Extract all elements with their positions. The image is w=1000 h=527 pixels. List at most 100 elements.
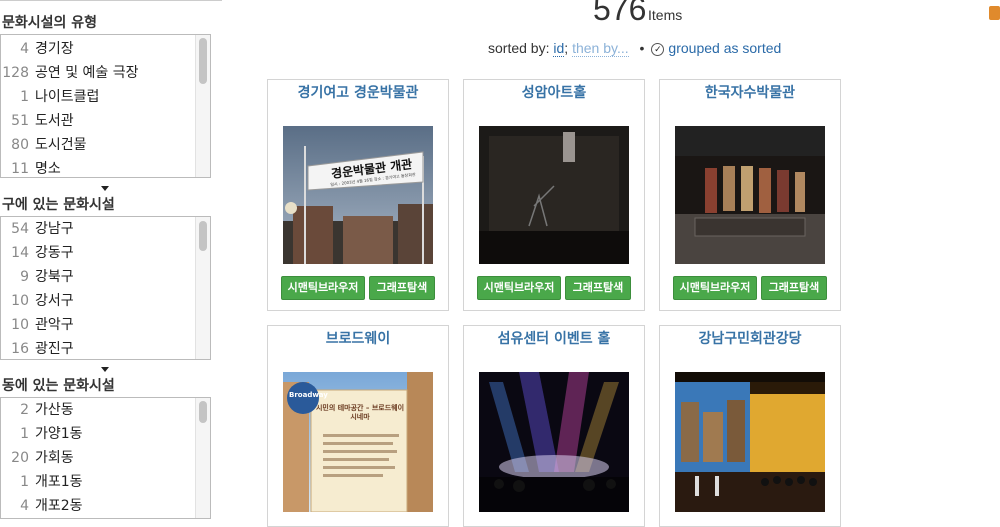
facet-count: 1 — [20, 89, 29, 105]
facet-scrollbar[interactable] — [195, 217, 210, 359]
item-title[interactable]: 한국자수박물관 — [660, 82, 840, 102]
facet-item[interactable]: 51 도서관 — [1, 109, 194, 133]
facet-item[interactable]: 80 도시건물 — [1, 133, 194, 157]
facet-label: 나이트클럽 — [35, 89, 100, 105]
scroll-thumb[interactable] — [199, 401, 207, 423]
facet-item[interactable]: 54 강남구 — [1, 217, 194, 241]
item-title[interactable]: 성암아트홀 — [464, 82, 644, 102]
semantic-browser-button[interactable]: 시맨틱브라우저 — [281, 276, 365, 300]
facet-item[interactable]: 11 명소 — [1, 157, 194, 177]
semantic-browser-button[interactable]: 시맨틱브라우저 — [477, 276, 561, 300]
facet-count: 20 — [11, 450, 29, 466]
facet-item[interactable]: 128 공연 및 예술 극장 — [1, 61, 194, 85]
facet-scrollbar[interactable] — [195, 35, 210, 177]
facet-count: 80 — [11, 137, 29, 153]
item-thumbnail[interactable] — [675, 372, 825, 512]
facet-label: 가양1동 — [35, 426, 83, 442]
facet-count: 2 — [20, 402, 29, 418]
hall-photo — [479, 126, 629, 264]
museum-photo — [283, 126, 433, 264]
facet-panel-divider — [0, 0, 222, 1]
facet-label: 명소 — [35, 161, 61, 177]
item-card[interactable]: 섬유센터 이벤트 홀 — [463, 325, 645, 527]
facet-panel: 문화시설의 유형 4 경기장 128 공연 및 예술 극장 1 나이트클럽 51 도서관… — [0, 0, 222, 519]
facet-item[interactable]: 2 가산동 — [1, 398, 194, 422]
poster-headline: 시민의 테마공간 – 브로드웨이 시네마 — [315, 404, 405, 421]
facet-label: 강서구 — [35, 293, 74, 309]
semantic-browser-button[interactable]: 시맨틱브라우저 — [673, 276, 757, 300]
facet-count: 4 — [20, 498, 29, 514]
facet-label: 가산동 — [35, 402, 74, 418]
collapse-arrow-icon[interactable] — [101, 186, 109, 191]
item-thumbnail[interactable] — [479, 126, 629, 264]
facet-count: 16 — [11, 341, 29, 357]
facet-scrollbar[interactable] — [195, 398, 210, 518]
separator: • — [639, 40, 645, 56]
facet-item[interactable]: 1 나이트클럽 — [1, 85, 194, 109]
facet-item[interactable]: 10 관악구 — [1, 313, 194, 337]
item-card[interactable]: 한국자수박물관 시맨틱브라우저 그래프탐색 — [659, 79, 841, 311]
item-thumbnail[interactable] — [675, 126, 825, 264]
facet-count: 1 — [20, 426, 29, 442]
facet-list-type[interactable]: 4 경기장 128 공연 및 예술 극장 1 나이트클럽 51 도서관 80 도시건물 1… — [0, 34, 211, 178]
facet-title-dong[interactable]: 동에 있는 문화시설 — [2, 375, 115, 395]
facet-list-gu[interactable]: 54 강남구 14 강동구 9 강북구 10 강서구 10 관악구 16 광진구 — [0, 216, 211, 360]
sort-field-link[interactable]: id — [553, 40, 565, 57]
item-thumbnail[interactable] — [479, 372, 629, 512]
graph-explore-button[interactable]: 그래프탐색 — [565, 276, 631, 300]
facet-count: 4 — [20, 41, 29, 57]
grouped-as-sorted-toggle[interactable]: grouped as sorted — [668, 40, 781, 56]
facet-title-type[interactable]: 문화시설의 유형 — [2, 12, 97, 32]
concert-photo — [479, 372, 629, 512]
facet-count: 14 — [11, 245, 29, 261]
scroll-thumb[interactable] — [199, 38, 207, 84]
facet-item[interactable]: 16 광진구 — [1, 337, 194, 359]
facet-title-gu[interactable]: 구에 있는 문화시설 — [2, 194, 115, 214]
item-thumbnail[interactable]: Broadway 시민의 테마공간 – 브로드웨이 시네마 — [283, 372, 433, 512]
item-card[interactable]: 성암아트홀 시맨틱브라우저 그래프탐색 — [463, 79, 645, 311]
item-title[interactable]: 강남구민회관강당 — [660, 328, 840, 348]
graph-explore-button[interactable]: 그래프탐색 — [369, 276, 435, 300]
facet-label: 광진구 — [35, 341, 74, 357]
facet-count: 10 — [11, 293, 29, 309]
facet-list-dong[interactable]: 2 가산동 1 가양1동 20 가회동 1 개포1동 4 개포2동 — [0, 397, 211, 519]
sort-bar: sorted by: id; then by... • ✓ grouped as s… — [488, 40, 782, 57]
facet-count: 51 — [11, 113, 29, 129]
facet-item[interactable]: 4 개포2동 — [1, 494, 194, 518]
then-by-link[interactable]: then by... — [572, 40, 629, 57]
item-card[interactable]: 강남구민회관강당 — [659, 325, 841, 527]
item-count-label: Items — [648, 7, 683, 23]
facet-label: 강북구 — [35, 269, 74, 285]
item-card[interactable]: 브로드웨이 Broadway 시민의 테마공간 – 브로드웨이 시네마 — [267, 325, 449, 527]
facet-label: 가회동 — [35, 450, 74, 466]
graph-explore-button[interactable]: 그래프탐색 — [761, 276, 827, 300]
facet-count: 11 — [11, 161, 29, 177]
facet-label: 관악구 — [35, 317, 74, 333]
facet-label: 개포2동 — [35, 498, 83, 514]
feed-icon[interactable] — [989, 6, 1000, 20]
scroll-thumb[interactable] — [199, 221, 207, 251]
check-icon[interactable]: ✓ — [651, 43, 665, 56]
facet-item[interactable]: 4 경기장 — [1, 37, 194, 61]
item-title[interactable]: 경기여고 경운박물관 — [268, 82, 448, 102]
item-card[interactable]: 경기여고 경운박물관 경운박물관 개관 일시 : 2003년 4월 16일 장소… — [267, 79, 449, 311]
facet-count: 128 — [2, 65, 29, 81]
facet-item[interactable]: 10 강서구 — [1, 289, 194, 313]
facet-item[interactable]: 1 가양1동 — [1, 422, 194, 446]
facet-label: 개포1동 — [35, 474, 83, 490]
facet-label: 도서관 — [35, 113, 74, 129]
item-count: 576 — [593, 0, 647, 27]
facet-count: 54 — [11, 221, 29, 237]
facet-label: 공연 및 예술 극장 — [35, 65, 139, 81]
facet-item[interactable]: 9 강북구 — [1, 265, 194, 289]
facet-label: 강남구 — [35, 221, 74, 237]
item-title[interactable]: 섬유센터 이벤트 홀 — [464, 328, 644, 348]
facet-item[interactable]: 14 강동구 — [1, 241, 194, 265]
collapse-arrow-icon[interactable] — [101, 367, 109, 372]
facet-count: 9 — [20, 269, 29, 285]
facet-item[interactable]: 1 개포1동 — [1, 470, 194, 494]
item-title[interactable]: 브로드웨이 — [268, 328, 448, 348]
item-thumbnail[interactable]: 경운박물관 개관 일시 : 2003년 4월 16일 장소 : 경기여고 동창회… — [283, 126, 433, 264]
sorted-by-label: sorted by: — [488, 40, 550, 56]
facet-item[interactable]: 20 가회동 — [1, 446, 194, 470]
